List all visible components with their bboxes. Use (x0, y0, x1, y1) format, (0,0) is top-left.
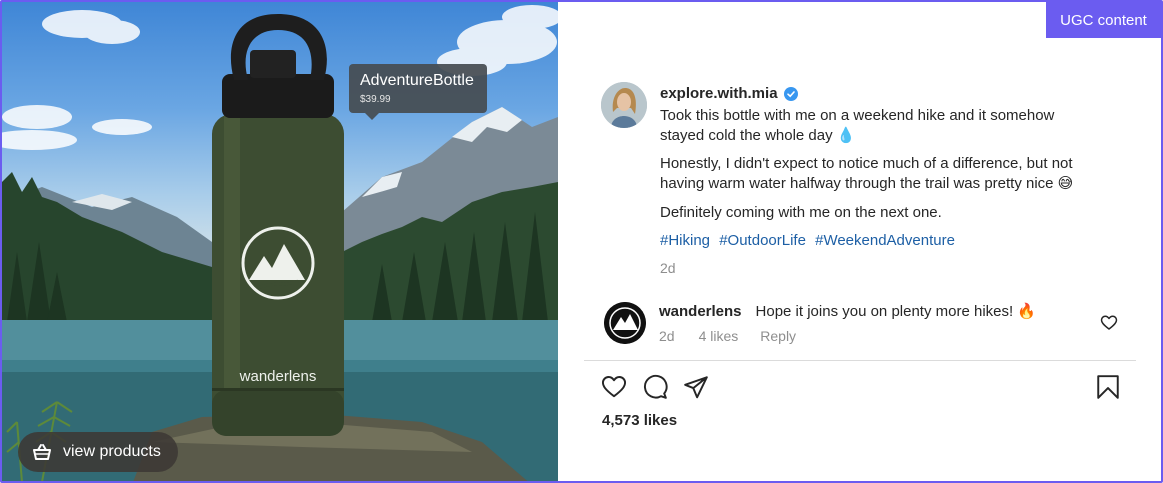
caption-paragraph: Took this bottle with me on a weekend hi… (660, 107, 1055, 144)
ugc-post-card: AdventureBottle $39.99 wanderlens view p… (0, 0, 1163, 483)
product-tag-price: $39.99 (360, 94, 391, 105)
comment-text: Hope it joins you on plenty more hikes! … (755, 303, 1037, 320)
reply-button[interactable]: Reply (760, 328, 796, 344)
caption-paragraph: Definitely coming with me on the next on… (660, 204, 942, 221)
bookmark-icon[interactable] (1095, 374, 1121, 400)
avatar[interactable] (601, 82, 647, 128)
verified-badge-icon (783, 86, 798, 101)
view-products-button[interactable]: view products (18, 432, 178, 472)
hashtag-link[interactable]: #Hiking (660, 232, 710, 249)
comment-likes[interactable]: 4 likes (699, 328, 739, 344)
comment-icon[interactable] (642, 374, 668, 400)
view-products-label: view products (63, 443, 161, 460)
post-like-count[interactable]: 4,573 likes (602, 412, 677, 429)
heart-icon[interactable] (601, 374, 627, 400)
divider (584, 360, 1136, 361)
hashtag-link[interactable]: #WeekendAdventure (815, 232, 955, 249)
product-tag[interactable]: AdventureBottle $39.99 (349, 64, 487, 120)
product-tag-name: AdventureBottle (360, 72, 474, 89)
comment-timestamp: 2d (659, 328, 675, 344)
commenter-username[interactable]: wanderlens (659, 303, 742, 320)
share-icon[interactable] (683, 374, 709, 400)
comment-heart-icon[interactable] (1100, 314, 1118, 332)
product-photo: AdventureBottle $39.99 wanderlens view p… (2, 2, 558, 481)
bottle-brand-text: wanderlens (239, 368, 317, 385)
shopping-basket-icon (32, 442, 52, 462)
hashtag-link[interactable]: #OutdoorLife (719, 232, 806, 249)
ugc-badge: UGC content (1046, 2, 1161, 38)
hashtag-list: #Hiking #OutdoorLife #WeekendAdventure (660, 231, 960, 251)
caption-paragraph: Honestly, I didn't expect to notice much… (660, 155, 1074, 192)
post-timestamp: 2d (660, 260, 676, 276)
commenter-avatar[interactable] (604, 302, 646, 344)
post-username[interactable]: explore.with.mia (660, 85, 778, 102)
